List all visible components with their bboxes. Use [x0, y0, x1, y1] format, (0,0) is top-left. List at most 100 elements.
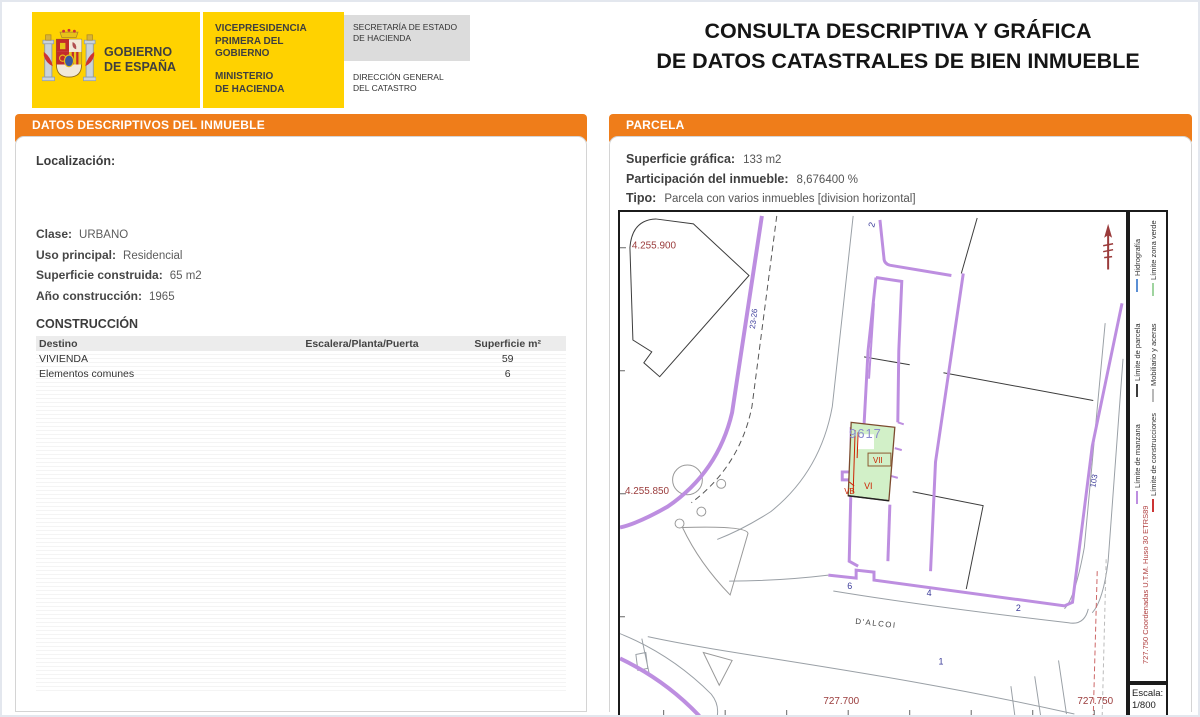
legend-label: Mobiliario y aceras — [1149, 323, 1158, 386]
legend-label: Hidrografía — [1133, 239, 1142, 276]
field-ano-label: Año construcción: — [36, 289, 142, 303]
construccion-table-header: Destino Escalera/Planta/Puerta Superfici… — [36, 336, 566, 351]
roundabout-features — [673, 465, 748, 685]
inmueble-fields: Clase: URBANO Uso principal: Residencial S… — [36, 225, 586, 307]
field-ano-value: 1965 — [149, 291, 175, 303]
table-row: VIVIENDA 59 — [36, 351, 566, 366]
row-comunes-destino: Elementos comunes — [36, 368, 275, 380]
field-superficie-label: Superficie construida: — [36, 268, 163, 282]
coord-mid-left: 4.255.850 — [625, 486, 670, 497]
field-superficie-grafica: Superficie gráfica: 133 m2 — [626, 150, 1191, 170]
gobierno-de-espana-label: GOBIERNO DE ESPAÑA — [104, 45, 176, 75]
superficie-grafica-label: Superficie gráfica: — [626, 152, 735, 166]
legend-label: Límite de parcela — [1133, 323, 1142, 381]
construccion-title: CONSTRUCCIÓN — [36, 317, 586, 331]
street-name-label: D'ALCOI — [855, 617, 897, 630]
north-arrow-icon — [1103, 224, 1113, 270]
coord-bottom-right: 727.750 — [1077, 696, 1113, 707]
house-number-4: 4 — [927, 588, 932, 598]
localizacion-label: Localización: — [36, 154, 586, 168]
map-legend: Hidrografía Límite zona verde Límite de … — [1128, 210, 1168, 683]
parcel-boundary-lines — [630, 218, 1093, 589]
scale-box: Escala: 1/800 — [1128, 683, 1168, 717]
scale-value: 1/800 — [1132, 700, 1164, 712]
superficie-grafica-value: 133 m2 — [743, 154, 781, 166]
legend-label: Límite de construcciones — [1149, 413, 1158, 496]
house-number-corner: 2 — [866, 221, 877, 228]
field-clase-value: URBANO — [79, 229, 128, 241]
zona-verde-swatch-icon — [1152, 283, 1154, 296]
field-clase: Clase: URBANO — [36, 225, 586, 246]
legend-item-manzana: Límite de manzana — [1133, 424, 1142, 504]
coord-bottom-left: 727.700 — [823, 696, 859, 707]
field-uso-value: Residencial — [123, 250, 182, 262]
column-escalera: Escalera/Planta/Puerta — [275, 338, 450, 350]
document-title-line2: DE DATOS CATASTRALES DE BIEN INMUEBLE — [602, 46, 1194, 76]
spain-coat-of-arms-icon — [42, 22, 96, 98]
legend-item-mobiliario: Mobiliario y aceras — [1149, 323, 1158, 402]
scale-label: Escala: — [1132, 688, 1164, 700]
row-comunes-superficie: 6 — [449, 368, 566, 380]
column-destino: Destino — [36, 338, 275, 350]
coord-top-left: 4.255.900 — [632, 241, 677, 252]
cadastral-map: 9617 VII VI VB 6 4 2 1 2 1 — [618, 210, 1128, 717]
ministerio-label: MINISTERIO DE HACIENDA — [215, 71, 340, 96]
parcela-fields: Superficie gráfica: 133 m2 Participación … — [626, 150, 1191, 209]
construcciones-swatch-icon — [1152, 499, 1154, 512]
participacion-label: Participación del inmueble: — [626, 172, 789, 186]
legend-label: Límite de manzana — [1133, 424, 1142, 488]
datos-descriptivos-panel: DATOS DESCRIPTIVOS DEL INMUEBLE Localiza… — [15, 114, 587, 712]
house-number-1: 1 — [938, 656, 943, 666]
field-superficie-value: 65 m2 — [170, 270, 202, 282]
vicepresidencia-label: VICEPRESIDENCIA PRIMERA DEL GOBIERNO — [215, 23, 340, 61]
field-uso-label: Uso principal: — [36, 248, 116, 262]
field-ano-construccion: Año construcción: 1965 — [36, 287, 586, 308]
table-row: Elementos comunes 6 — [36, 366, 566, 381]
house-number-2: 2 — [1016, 603, 1021, 613]
legend-item-hidrografia: Hidrografía — [1133, 239, 1142, 292]
construccion-table-body: VIVIENDA 59 Elementos comunes 6 — [36, 351, 566, 693]
column-superficie: Superficie m² — [449, 338, 566, 350]
tipo-label: Tipo: — [626, 191, 656, 205]
utm-note: 727.750 Coordenadas U.T.M. Huso 30 ETRS8… — [1141, 506, 1150, 664]
hydrography-line — [1093, 571, 1097, 716]
parcela-swatch-icon — [1136, 384, 1138, 397]
parcel-right-number: 103 — [1088, 473, 1099, 488]
house-number-labels: 6 4 2 1 2 103 23-26 — [748, 221, 1100, 666]
distance-label: 23-26 — [748, 308, 759, 330]
highlighted-parcel: 9617 VII VI VB — [844, 422, 895, 500]
field-uso-principal: Uso principal: Residencial — [36, 246, 586, 267]
field-participacion: Participación del inmueble: 8,676400 % — [626, 170, 1191, 190]
document-title-line1: CONSULTA DESCRIPTIVA Y GRÁFICA — [602, 16, 1194, 46]
row-vivienda-destino: VIVIENDA — [36, 353, 275, 365]
unit-vi-label: VI — [864, 481, 872, 491]
dashed-street-line — [691, 216, 776, 503]
cadastral-document-page: GOBIERNO DE ESPAÑA VICEPRESIDENCIA PRIME… — [0, 0, 1200, 717]
manzana-swatch-icon — [1136, 491, 1138, 504]
field-clase-label: Clase: — [36, 227, 72, 241]
participacion-value: 8,676400 % — [797, 174, 858, 186]
tipo-value: Parcela con varios inmuebles [division h… — [664, 193, 915, 205]
parcela-body: Superficie gráfica: 133 m2 Participación … — [609, 136, 1192, 712]
legend-item-parcela: Límite de parcela — [1133, 323, 1142, 397]
row-vivienda-superficie: 59 — [449, 353, 566, 365]
legend-label: Límite zona verde — [1149, 220, 1158, 280]
field-superficie-construida: Superficie construida: 65 m2 — [36, 266, 586, 287]
construccion-table: Destino Escalera/Planta/Puerta Superfici… — [36, 336, 566, 693]
document-title: CONSULTA DESCRIPTIVA Y GRÁFICA DE DATOS … — [602, 16, 1194, 76]
cadastral-map-drawing: 9617 VII VI VB 6 4 2 1 2 1 — [620, 212, 1126, 716]
legend-item-construcciones: Límite de construcciones — [1149, 413, 1158, 512]
parcel-number-label: 9617 — [849, 426, 882, 441]
house-number-6: 6 — [847, 581, 852, 591]
gobierno-section: GOBIERNO DE ESPAÑA — [32, 12, 200, 108]
direccion-general-catastro-label: DIRECCIÓN GENERAL DEL CATASTRO — [353, 72, 444, 94]
unit-vb-label: VB — [844, 487, 855, 496]
parcela-panel: PARCELA Superficie gráfica:133 m2 Partic… — [609, 114, 1192, 712]
unit-vii-label: VII — [873, 456, 883, 465]
field-tipo: Tipo: Parcela con varios inmuebles [divis… — [626, 189, 1191, 209]
government-logo-block: GOBIERNO DE ESPAÑA VICEPRESIDENCIA PRIME… — [32, 12, 344, 108]
legend-item-zona-verde: Límite zona verde — [1149, 220, 1158, 296]
datos-descriptivos-body: Localización: Clase: URBANO Uso principal… — [15, 136, 587, 712]
ministry-section: VICEPRESIDENCIA PRIMERA DEL GOBIERNO MIN… — [203, 12, 344, 108]
hidrografia-swatch-icon — [1136, 279, 1138, 292]
